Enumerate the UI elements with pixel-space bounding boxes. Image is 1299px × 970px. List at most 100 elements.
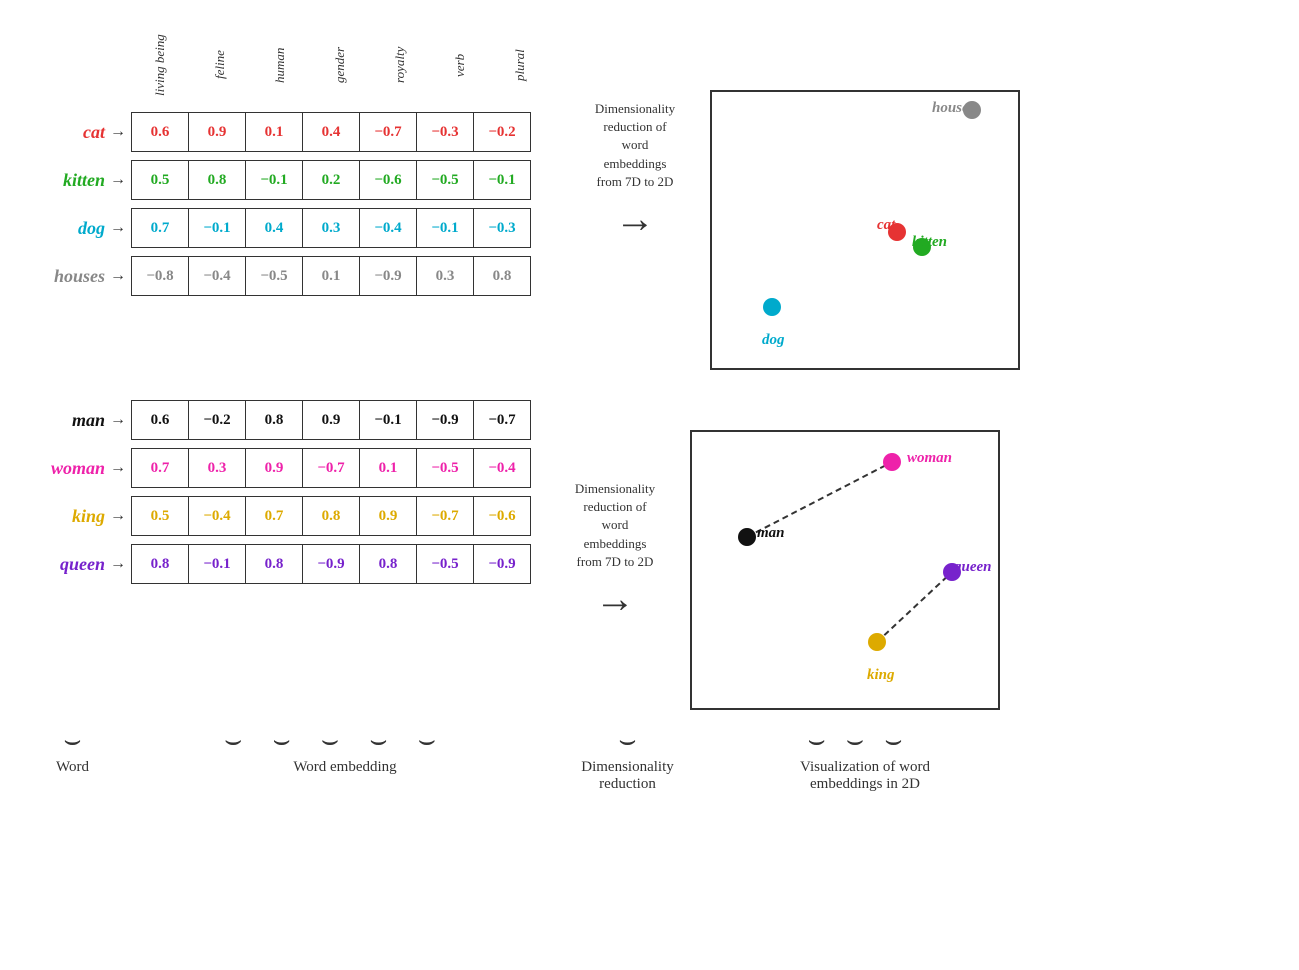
- cells-cat: 0.60.90.10.4−0.7−0.3−0.2: [131, 112, 530, 152]
- cell-cat-3: 0.4: [302, 112, 360, 152]
- cell-queen-0: 0.8: [131, 544, 189, 584]
- cell-kitten-6: −0.1: [473, 160, 531, 200]
- cell-cat-6: −0.2: [473, 112, 531, 152]
- cell-kitten-1: 0.8: [188, 160, 246, 200]
- cell-cat-2: 0.1: [245, 112, 303, 152]
- cells-kitten: 0.50.8−0.10.2−0.6−0.5−0.1: [131, 160, 530, 200]
- arrow-man: →: [110, 411, 126, 429]
- cell-woman-2: 0.9: [245, 448, 303, 488]
- cell-queen-5: −0.5: [416, 544, 474, 584]
- cell-dog-4: −0.4: [359, 208, 417, 248]
- word-row-king: king→0.5−0.40.70.80.9−0.7−0.6: [10, 496, 530, 536]
- dot-label-woman: woman: [907, 450, 952, 467]
- viz-bottom-label: Visualization of word embeddings in 2D: [800, 759, 930, 793]
- bottom-tables-area: man→0.6−0.20.80.9−0.1−0.9−0.7woman→0.70.…: [10, 400, 530, 592]
- bottom-middle-col: Dimensionality reduction of word embeddi…: [550, 400, 680, 619]
- word-bottom-label: Word: [56, 759, 89, 776]
- cell-woman-3: −0.7: [302, 448, 360, 488]
- word-row-queen: queen→0.8−0.10.8−0.90.8−0.5−0.9: [10, 544, 530, 584]
- cell-dog-5: −0.1: [416, 208, 474, 248]
- cell-houses-3: 0.1: [302, 256, 360, 296]
- dim-reduction-label-section: ⌣ Dimensionality reduction: [560, 725, 695, 793]
- cell-queen-3: −0.9: [302, 544, 360, 584]
- bottom-arrow: →: [595, 579, 635, 619]
- cell-dog-1: −0.1: [188, 208, 246, 248]
- word-row-man: man→ 0.6−0.20.80.9−0.1−0.9−0.7: [10, 400, 530, 440]
- cell-woman-1: 0.3: [188, 448, 246, 488]
- cells-dog: 0.7−0.10.40.3−0.4−0.1−0.3: [131, 208, 530, 248]
- bottom-labels-row: ⌣ Word ⌣⌣⌣⌣⌣ Word embedding ⌣ Dimensiona…: [10, 725, 1110, 793]
- cell-king-1: −0.4: [188, 496, 246, 536]
- cell-houses-1: −0.4: [188, 256, 246, 296]
- cell-kitten-0: 0.5: [131, 160, 189, 200]
- dot-dog: [763, 298, 781, 316]
- cells-woman: 0.70.30.9−0.70.1−0.5−0.4: [131, 448, 530, 488]
- word-label-section: ⌣ Word: [15, 725, 130, 776]
- cell-cat-5: −0.3: [416, 112, 474, 152]
- dot-man: [738, 528, 756, 546]
- main-container: living beingfelinehumangenderroyaltyverb…: [0, 0, 1299, 970]
- col-header-gender: gender: [310, 20, 370, 110]
- cell-man-1: −0.2: [188, 400, 246, 440]
- cell-king-3: 0.8: [302, 496, 360, 536]
- word-row-woman: woman→ 0.70.30.9−0.70.1−0.5−0.4: [10, 448, 530, 488]
- arrow-queen: →: [110, 555, 126, 573]
- word-row-houses: houses→−0.8−0.4−0.50.1−0.90.30.8: [10, 256, 550, 296]
- dot-label-cat: cat: [877, 217, 895, 234]
- cell-kitten-3: 0.2: [302, 160, 360, 200]
- cell-king-0: 0.5: [131, 496, 189, 536]
- cell-man-0: 0.6: [131, 400, 189, 440]
- cell-woman-5: −0.5: [416, 448, 474, 488]
- word-row-cat: cat→0.60.90.10.4−0.7−0.3−0.2: [10, 112, 550, 152]
- word-label-man: man: [10, 410, 110, 431]
- cell-man-4: −0.1: [359, 400, 417, 440]
- top-viz-box: housescatkittendog: [710, 90, 1020, 370]
- dot-king: [868, 633, 886, 651]
- cell-kitten-5: −0.5: [416, 160, 474, 200]
- cell-man-3: 0.9: [302, 400, 360, 440]
- cell-man-2: 0.8: [245, 400, 303, 440]
- cell-houses-2: −0.5: [245, 256, 303, 296]
- word-label-houses: houses: [10, 266, 110, 287]
- word-label-cat: cat: [10, 122, 110, 143]
- cell-dog-6: −0.3: [473, 208, 531, 248]
- word-row-kitten: kitten→0.50.8−0.10.2−0.6−0.5−0.1: [10, 160, 550, 200]
- col-header-royalty: royalty: [370, 20, 430, 110]
- dot-label-man: man: [757, 525, 785, 542]
- col-header-living-being: living being: [130, 20, 190, 110]
- cell-cat-4: −0.7: [359, 112, 417, 152]
- cell-kitten-4: −0.6: [359, 160, 417, 200]
- word-label-queen: queen: [10, 554, 110, 575]
- cell-houses-6: 0.8: [473, 256, 531, 296]
- cell-queen-4: 0.8: [359, 544, 417, 584]
- word-label-woman: woman: [10, 458, 110, 479]
- cell-cat-0: 0.6: [131, 112, 189, 152]
- bottom-section: man→0.6−0.20.80.9−0.1−0.9−0.7woman→0.70.…: [10, 400, 1289, 710]
- cell-queen-6: −0.9: [473, 544, 531, 584]
- bottom-dim-text: Dimensionality reduction of word embeddi…: [575, 480, 655, 571]
- col-header-feline: feline: [190, 20, 250, 110]
- embedding-bottom-label: Word embedding: [293, 759, 396, 776]
- arrow-woman: →: [110, 459, 126, 477]
- top-section: living beingfelinehumangenderroyaltyverb…: [10, 20, 1289, 370]
- cell-woman-6: −0.4: [473, 448, 531, 488]
- arrow-dog: →: [110, 219, 126, 237]
- cell-king-6: −0.6: [473, 496, 531, 536]
- arrow-houses: →: [110, 267, 126, 285]
- word-label-kitten: kitten: [10, 170, 110, 191]
- top-dim-text: Dimensionality reduction of word embeddi…: [595, 100, 675, 191]
- cell-king-2: 0.7: [245, 496, 303, 536]
- dot-label-queen: queen: [954, 559, 992, 576]
- word-label-dog: dog: [10, 218, 110, 239]
- cell-man-6: −0.7: [473, 400, 531, 440]
- dim-reduction-bottom-label: Dimensionality reduction: [581, 759, 674, 793]
- col-header-human: human: [250, 20, 310, 110]
- col-header-verb: verb: [430, 20, 490, 110]
- cell-kitten-2: −0.1: [245, 160, 303, 200]
- cell-man-5: −0.9: [416, 400, 474, 440]
- viz-line-1: [877, 572, 952, 642]
- top-middle-col: Dimensionality reduction of word embeddi…: [570, 20, 700, 239]
- dot-label-king: king: [867, 667, 895, 684]
- dot-label-dog: dog: [762, 332, 785, 349]
- col-header-plural: plural: [490, 20, 550, 110]
